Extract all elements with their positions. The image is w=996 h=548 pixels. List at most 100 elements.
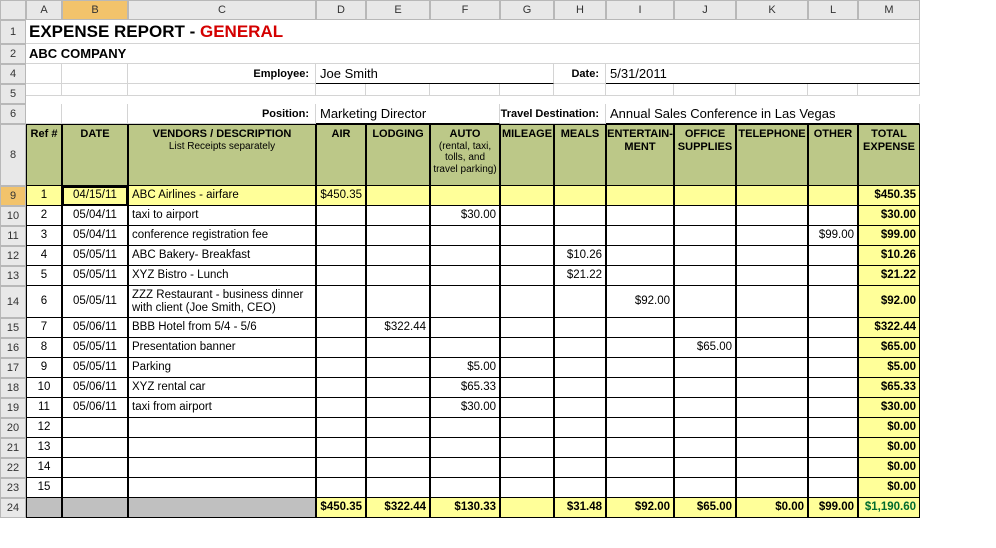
col-header-G[interactable]: G xyxy=(500,0,554,20)
cell-ent[interactable] xyxy=(606,438,674,458)
cell-other[interactable] xyxy=(808,206,858,226)
cell-office[interactable] xyxy=(674,246,736,266)
cell-vendor[interactable]: conference registration fee xyxy=(128,226,316,246)
cell-lodging[interactable] xyxy=(366,458,430,478)
cell-office[interactable] xyxy=(674,378,736,398)
cell-air[interactable] xyxy=(316,438,366,458)
cell-mileage[interactable] xyxy=(500,418,554,438)
col-header-I[interactable]: I xyxy=(606,0,674,20)
cell-other[interactable] xyxy=(808,438,858,458)
cell-total[interactable]: $5.00 xyxy=(858,358,920,378)
cell-air[interactable] xyxy=(316,378,366,398)
cell-air[interactable] xyxy=(316,458,366,478)
cell-total[interactable]: $21.22 xyxy=(858,266,920,286)
row-header-4[interactable]: 4 xyxy=(0,64,26,84)
cell-other[interactable] xyxy=(808,378,858,398)
cell-auto[interactable] xyxy=(430,266,500,286)
cell-mileage[interactable] xyxy=(500,358,554,378)
row-header-23[interactable]: 23 xyxy=(0,478,26,498)
cell-tel[interactable] xyxy=(736,206,808,226)
cell-ref[interactable]: 13 xyxy=(26,438,62,458)
cell-tel[interactable] xyxy=(736,378,808,398)
cell-vendor[interactable]: taxi to airport xyxy=(128,206,316,226)
cell-meals[interactable] xyxy=(554,318,606,338)
cell-date[interactable]: 05/05/11 xyxy=(62,266,128,286)
cell-mileage[interactable] xyxy=(500,318,554,338)
footer-blank[interactable] xyxy=(26,498,62,518)
cell-lodging[interactable] xyxy=(366,478,430,498)
cell-meals[interactable] xyxy=(554,378,606,398)
col-auto-header[interactable]: AUTO(rental, taxi, tolls, and travel par… xyxy=(430,124,500,186)
cell-other[interactable]: $99.00 xyxy=(808,226,858,246)
col-header-J[interactable]: J xyxy=(674,0,736,20)
cell-office[interactable]: $65.00 xyxy=(674,338,736,358)
cell-date[interactable]: 05/06/11 xyxy=(62,398,128,418)
row-header-12[interactable]: 12 xyxy=(0,246,26,266)
cell-auto[interactable] xyxy=(430,338,500,358)
footer-auto[interactable]: $130.33 xyxy=(430,498,500,518)
cell-other[interactable] xyxy=(808,478,858,498)
col-mileage-header[interactable]: MILEAGE xyxy=(500,124,554,186)
cell-lodging[interactable] xyxy=(366,338,430,358)
cell-ref[interactable]: 9 xyxy=(26,358,62,378)
footer-meals[interactable]: $31.48 xyxy=(554,498,606,518)
select-all-corner[interactable] xyxy=(0,0,26,20)
cell-ent[interactable] xyxy=(606,266,674,286)
cell-tel[interactable] xyxy=(736,458,808,478)
footer-other[interactable]: $99.00 xyxy=(808,498,858,518)
cell-date[interactable]: 05/04/11 xyxy=(62,206,128,226)
cell-tel[interactable] xyxy=(736,226,808,246)
cell-air[interactable] xyxy=(316,286,366,318)
cell-air[interactable] xyxy=(316,318,366,338)
cell-ent[interactable] xyxy=(606,246,674,266)
cell-date[interactable]: 05/04/11 xyxy=(62,226,128,246)
row-header-24[interactable]: 24 xyxy=(0,498,26,518)
cell-lodging[interactable] xyxy=(366,226,430,246)
col-header-M[interactable]: M xyxy=(858,0,920,20)
cell-air[interactable] xyxy=(316,398,366,418)
row-header-15[interactable]: 15 xyxy=(0,318,26,338)
footer-air[interactable]: $450.35 xyxy=(316,498,366,518)
col-ref-header[interactable]: Ref # xyxy=(26,124,62,186)
cell-tel[interactable] xyxy=(736,186,808,206)
cell-office[interactable] xyxy=(674,206,736,226)
cell-total[interactable]: $92.00 xyxy=(858,286,920,318)
cell-date[interactable] xyxy=(62,438,128,458)
cell-auto[interactable] xyxy=(430,438,500,458)
cell-tel[interactable] xyxy=(736,246,808,266)
cell-air[interactable] xyxy=(316,266,366,286)
cell-ent[interactable]: $92.00 xyxy=(606,286,674,318)
cell-meals[interactable]: $21.22 xyxy=(554,266,606,286)
row-header-22[interactable]: 22 xyxy=(0,458,26,478)
cell-vendor[interactable]: BBB Hotel from 5/4 - 5/6 xyxy=(128,318,316,338)
cell-date[interactable]: 05/05/11 xyxy=(62,338,128,358)
col-air-header[interactable]: AIR xyxy=(316,124,366,186)
cell-meals[interactable] xyxy=(554,478,606,498)
cell-air[interactable] xyxy=(316,338,366,358)
cell-air[interactable] xyxy=(316,206,366,226)
cell-total[interactable]: $0.00 xyxy=(858,458,920,478)
cell-office[interactable] xyxy=(674,398,736,418)
cell-total[interactable]: $30.00 xyxy=(858,398,920,418)
spreadsheet-grid[interactable]: ABCDEFGHIJKLM1EXPENSE REPORT - GENERAL2A… xyxy=(0,0,996,518)
cell-ent[interactable] xyxy=(606,338,674,358)
cell-other[interactable] xyxy=(808,246,858,266)
cell-auto[interactable] xyxy=(430,458,500,478)
cell-other[interactable] xyxy=(808,358,858,378)
cell-ent[interactable] xyxy=(606,318,674,338)
cell-ref[interactable]: 15 xyxy=(26,478,62,498)
cell-total[interactable]: $30.00 xyxy=(858,206,920,226)
cell-ent[interactable] xyxy=(606,398,674,418)
col-header-E[interactable]: E xyxy=(366,0,430,20)
cell-tel[interactable] xyxy=(736,286,808,318)
cell-vendor[interactable]: XYZ Bistro - Lunch xyxy=(128,266,316,286)
cell-vendor[interactable] xyxy=(128,418,316,438)
cell-ref[interactable]: 7 xyxy=(26,318,62,338)
cell-auto[interactable] xyxy=(430,226,500,246)
cell-vendor[interactable]: ZZZ Restaurant - business dinner with cl… xyxy=(128,286,316,318)
row-header-16[interactable]: 16 xyxy=(0,338,26,358)
cell-date[interactable] xyxy=(62,478,128,498)
cell-tel[interactable] xyxy=(736,318,808,338)
cell-total[interactable]: $322.44 xyxy=(858,318,920,338)
cell-other[interactable] xyxy=(808,398,858,418)
